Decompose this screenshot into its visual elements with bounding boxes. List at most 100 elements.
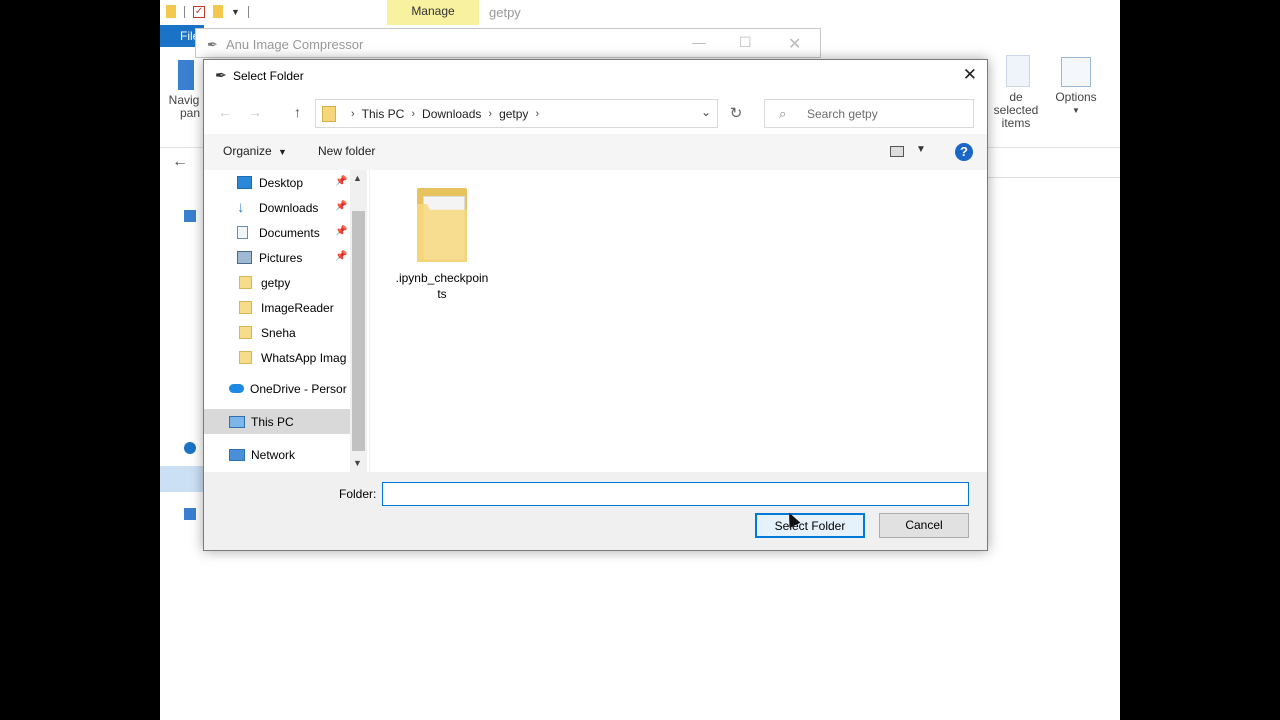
close-icon[interactable]: ✕ [788, 34, 801, 54]
nav-item-imagereader[interactable]: ImageReader [204, 295, 350, 320]
scroll-down-icon[interactable]: ▼ [353, 458, 362, 468]
new-folder-icon[interactable] [213, 5, 223, 18]
app-window-titlebar: ✒ Anu Image Compressor — ☐ ✕ [195, 28, 821, 58]
explorer-titlebar: ✓ ▼ Manage getpy [160, 0, 1120, 25]
nav-item-getpy[interactable]: getpy [204, 270, 350, 295]
new-folder-button[interactable]: New folder [318, 144, 375, 158]
explorer-title: getpy [489, 5, 521, 20]
file-name: .ipynb_checkpoints [395, 271, 489, 301]
folder-icon [239, 351, 252, 364]
nav-item-network[interactable]: Network [204, 442, 350, 467]
file-item[interactable]: .ipynb_checkpoints [394, 184, 490, 302]
navigation-pane-label-2: pan [179, 106, 201, 120]
refresh-icon[interactable]: ↻ [724, 99, 748, 128]
hide-selected-items-button[interactable]: de selected items [986, 55, 1046, 130]
divider [247, 5, 249, 18]
chevron-right-icon[interactable]: › [411, 108, 415, 120]
navigation-row: ← → ↑ › This PC › Downloads › getpy › ⌄ … [204, 92, 987, 134]
nav-scrollbar[interactable]: ▲ ▼ [350, 170, 367, 472]
desktop-screen: ✓ ▼ Manage getpy File Navig pan de selec… [160, 0, 1120, 720]
nav-item-label: Network [251, 447, 296, 462]
download-icon: ↓ [237, 199, 245, 216]
nav-item-downloads[interactable]: ↓ Downloads 📌 [204, 195, 350, 220]
folder-icon [411, 184, 473, 268]
dialog-titlebar: ✒ Select Folder ✕ [204, 60, 987, 92]
navigation-pane-icon [178, 60, 194, 90]
folder-field[interactable] [382, 482, 969, 506]
hide-selected-label: de selected [993, 90, 1039, 117]
chevron-right-icon[interactable]: › [535, 108, 539, 120]
cancel-button[interactable]: Cancel [879, 513, 969, 538]
chevron-down-icon[interactable]: ▼ [916, 144, 926, 155]
divider [184, 5, 185, 18]
search-box[interactable]: ⌕ Search getpy [764, 99, 974, 128]
minimize-icon[interactable]: — [692, 34, 706, 50]
search-placeholder: Search getpy [807, 107, 878, 121]
nav-item-desktop[interactable]: Desktop 📌 [204, 170, 350, 195]
documents-icon [237, 226, 248, 239]
options-button[interactable]: Options ▼ [1050, 57, 1102, 117]
back-arrow-icon[interactable]: ← [218, 104, 232, 120]
nav-item-whatsapp[interactable]: WhatsApp Imag [204, 345, 350, 370]
breadcrumb-this-pc[interactable]: This PC [362, 107, 405, 121]
chevron-right-icon[interactable]: › [488, 108, 492, 120]
file-list-pane: .ipynb_checkpoints [370, 170, 987, 472]
star-icon [184, 210, 196, 222]
chevron-down-icon[interactable]: ⌄ [701, 105, 711, 119]
navigation-pane: Desktop 📌 ↓ Downloads 📌 Documents 📌 Pict… [204, 170, 369, 472]
nav-item-label: WhatsApp Imag [261, 350, 347, 365]
nav-item-label: OneDrive - Persor [250, 381, 347, 396]
folder-label: Folder: [339, 487, 377, 501]
back-arrow-icon[interactable]: ← [172, 153, 188, 171]
change-view-icon[interactable] [890, 146, 904, 157]
nav-item-this-pc[interactable]: This PC [204, 409, 350, 434]
dialog-title: Select Folder [233, 69, 304, 83]
nav-item-pictures[interactable]: Pictures 📌 [204, 245, 350, 270]
onedrive-icon [229, 384, 244, 393]
select-folder-dialog: ✒ Select Folder ✕ ← → ↑ › This PC › Down… [203, 59, 988, 551]
pin-icon: 📌 [335, 226, 348, 237]
pin-icon: 📌 [335, 201, 348, 212]
properties-icon[interactable]: ✓ [193, 5, 205, 18]
up-arrow-icon[interactable]: ↑ [294, 104, 301, 120]
chevron-down-icon: ▼ [1072, 106, 1080, 115]
folder-icon [239, 276, 252, 289]
nav-item-documents[interactable]: Documents 📌 [204, 220, 350, 245]
close-icon[interactable]: ✕ [963, 65, 977, 85]
pin-icon: 📌 [335, 176, 348, 187]
nav-item-label: This PC [251, 414, 294, 429]
address-bar[interactable]: › This PC › Downloads › getpy › ⌄ [315, 99, 718, 128]
quick-access-toolbar: ✓ ▼ [166, 5, 249, 18]
chevron-right-icon[interactable]: › [351, 108, 355, 120]
desktop-icon [237, 176, 252, 189]
options-icon [1061, 57, 1091, 87]
selected-nav-item [160, 466, 204, 492]
folder-selection-row: Folder: Select Folder Cancel [204, 472, 987, 550]
folder-icon[interactable] [166, 5, 176, 18]
hide-selected-label-2: items [1001, 116, 1031, 130]
forward-arrow-icon[interactable]: → [248, 104, 262, 120]
scrollbar-thumb[interactable] [352, 211, 365, 451]
folder-icon [322, 105, 336, 122]
help-icon[interactable]: ? [955, 143, 973, 161]
nav-item-onedrive[interactable]: OneDrive - Persor [204, 376, 350, 401]
chevron-down-icon: ▼ [278, 147, 287, 157]
breadcrumb-getpy[interactable]: getpy [499, 107, 528, 121]
scroll-up-icon[interactable]: ▲ [353, 173, 362, 183]
select-folder-button[interactable]: Select Folder [755, 513, 865, 538]
nav-item-label: getpy [261, 275, 291, 290]
nav-item-sneha[interactable]: Sneha [204, 320, 350, 345]
chevron-down-icon[interactable]: ▼ [231, 7, 240, 17]
tab-manage[interactable]: Manage [387, 0, 479, 25]
organize-button[interactable]: Organize ▼ [223, 144, 287, 158]
hide-selected-icon [1006, 55, 1030, 87]
folder-front-shape [417, 204, 467, 262]
breadcrumb-downloads[interactable]: Downloads [422, 107, 481, 121]
nav-item-label: ImageReader [261, 300, 334, 315]
maximize-icon[interactable]: ☐ [739, 34, 752, 51]
pin-icon: 📌 [335, 251, 348, 262]
navigation-pane-button[interactable]: Navig pan [166, 60, 202, 120]
app-window-title: Anu Image Compressor [226, 37, 364, 52]
options-label: Options [1055, 90, 1097, 104]
onedrive-icon [184, 442, 196, 454]
